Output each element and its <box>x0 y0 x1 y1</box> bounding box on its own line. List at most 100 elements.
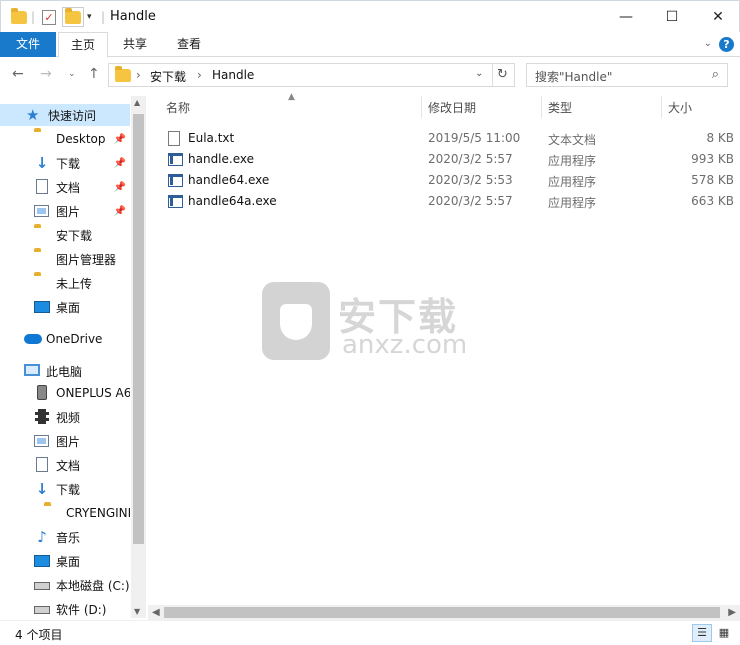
pin-icon: 📌 <box>113 181 126 193</box>
sidebar-item-pictures[interactable]: 图片 📌 <box>0 200 130 222</box>
window-title: Handle <box>110 9 156 24</box>
pin-icon: 📌 <box>113 133 126 145</box>
file-type: 文本文档 <box>548 133 597 147</box>
minimize-button[interactable]: — <box>603 1 649 33</box>
forward-arrow-icon[interactable]: → <box>40 66 52 82</box>
sidebar-item-label: 下载 <box>56 482 81 497</box>
sidebar-item-drive-c[interactable]: 本地磁盘 (C:) <box>0 574 130 596</box>
download-arrow-icon: ↓ <box>35 154 49 172</box>
sidebar-item-label: 快速访问 <box>48 108 97 123</box>
sidebar-item-drive-d[interactable]: 软件 (D:) <box>0 598 130 618</box>
desktop-icon <box>34 555 50 567</box>
file-date: 2020/3/2 5:57 <box>428 194 513 208</box>
file-row[interactable]: handle.exe 2020/3/2 5:57 应用程序 993 KB <box>164 149 740 170</box>
close-button[interactable]: ✕ <box>695 1 740 33</box>
file-size: 578 KB <box>691 173 734 187</box>
new-folder-icon[interactable] <box>62 7 84 27</box>
sidebar-scroll-thumb[interactable] <box>133 114 144 544</box>
recent-locations-icon[interactable]: ⌄ <box>68 69 76 79</box>
search-box[interactable]: 搜索"Handle" ⌕ <box>526 63 728 87</box>
tab-view[interactable]: 查看 <box>164 32 214 57</box>
back-arrow-icon[interactable]: ← <box>12 66 24 82</box>
horizontal-scroll-thumb[interactable] <box>164 607 720 618</box>
desktop-icon <box>34 301 50 313</box>
properties-icon[interactable]: ✓ <box>42 7 56 27</box>
title-bar: | ✓ ▾ | Handle — ☐ ✕ <box>0 0 740 32</box>
breadcrumb-handle[interactable]: Handle <box>212 68 254 82</box>
sidebar-item-quick-access[interactable]: ★ 快速访问 <box>0 104 130 126</box>
sidebar-item-downloads[interactable]: ↓ 下载 📌 <box>0 152 130 174</box>
sidebar-item-picture-manager[interactable]: 图片管理器 <box>0 248 130 270</box>
picture-icon <box>34 435 49 447</box>
sidebar-item-label: 视频 <box>56 410 81 425</box>
column-divider[interactable] <box>661 96 662 118</box>
sidebar-item-onedrive[interactable]: OneDrive <box>0 328 130 350</box>
file-date: 2020/3/2 5:53 <box>428 173 513 187</box>
sidebar-item-videos[interactable]: 视频 <box>0 406 130 428</box>
sidebar-item-label: 软件 (D:) <box>56 602 107 617</box>
sidebar-item-label: 桌面 <box>56 300 81 315</box>
sidebar-item-this-pc[interactable]: 此电脑 <box>0 360 130 382</box>
sidebar-item-pc-desktop[interactable]: 桌面 <box>0 550 130 572</box>
help-icon[interactable]: ? <box>719 37 734 52</box>
file-type: 应用程序 <box>548 154 597 168</box>
column-divider[interactable] <box>541 96 542 118</box>
sidebar-item-pc-documents[interactable]: 文档 <box>0 454 130 476</box>
column-header-name[interactable]: 名称 <box>166 99 190 117</box>
sidebar-item-cryengine[interactable]: CRYENGINE <box>0 502 130 524</box>
horizontal-scrollbar[interactable]: ◀ ▶ <box>148 605 740 620</box>
title-divider: | <box>101 10 106 24</box>
column-divider[interactable] <box>421 96 422 118</box>
sidebar-item-anxiazai[interactable]: 安下载 <box>0 224 130 246</box>
sidebar-item-desktop-cn[interactable]: 桌面 <box>0 296 130 318</box>
tab-share[interactable]: 共享 <box>112 32 158 57</box>
sidebar-item-documents[interactable]: 文档 📌 <box>0 176 130 198</box>
video-icon <box>35 409 49 424</box>
sidebar-item-music[interactable]: ♪ 音乐 <box>0 526 130 548</box>
scroll-down-icon[interactable]: ▼ <box>134 607 140 616</box>
customize-toolbar-icon[interactable]: ▾ <box>87 7 92 27</box>
column-header-size[interactable]: 大小 <box>668 99 692 117</box>
tab-home[interactable]: 主页 <box>58 32 108 58</box>
scroll-up-icon[interactable]: ▲ <box>134 98 140 107</box>
sidebar-item-oneplus[interactable]: ONEPLUS A6 <box>0 382 130 404</box>
search-input[interactable]: 搜索"Handle" <box>535 68 612 85</box>
sidebar-item-pc-pictures[interactable]: 图片 <box>0 430 130 452</box>
sidebar-item-label: 文档 <box>56 458 81 473</box>
up-arrow-icon[interactable]: ↑ <box>88 66 100 82</box>
sidebar-item-not-uploaded[interactable]: 未上传 <box>0 272 130 294</box>
maximize-button[interactable]: ☐ <box>649 1 695 33</box>
address-separator: › <box>197 68 202 82</box>
download-arrow-icon: ↓ <box>35 480 49 498</box>
sidebar-item-label: 本地磁盘 (C:) <box>56 578 130 593</box>
item-count: 4 个项目 <box>15 628 63 642</box>
file-date: 2020/3/2 5:57 <box>428 152 513 166</box>
search-icon[interactable]: ⌕ <box>712 67 719 82</box>
sidebar-scrollbar[interactable]: ▲ ▼ <box>131 96 146 618</box>
address-dropdown-icon[interactable]: ⌄ <box>475 68 483 79</box>
column-header-date[interactable]: 修改日期 <box>428 99 476 117</box>
file-size: 663 KB <box>691 194 734 208</box>
file-row[interactable]: handle64a.exe 2020/3/2 5:57 应用程序 663 KB <box>164 191 740 212</box>
sidebar-item-label: 图片 <box>56 204 81 219</box>
details-view-icon[interactable]: ☰ <box>692 624 712 642</box>
sidebar-item-desktop[interactable]: Desktop 📌 <box>0 128 130 150</box>
sidebar-item-pc-downloads[interactable]: ↓ 下载 <box>0 478 130 500</box>
address-divider <box>492 64 493 86</box>
tab-file[interactable]: 文件 <box>0 32 56 57</box>
sidebar-item-label: 桌面 <box>56 554 81 569</box>
scroll-right-icon[interactable]: ▶ <box>728 605 736 620</box>
column-header-type[interactable]: 类型 <box>548 99 572 117</box>
breadcrumb-anxiazai[interactable]: 安下载 <box>150 68 186 85</box>
file-row[interactable]: handle64.exe 2020/3/2 5:53 应用程序 578 KB <box>164 170 740 191</box>
file-date: 2019/5/5 11:00 <box>428 131 521 145</box>
address-bar[interactable]: › 安下载 › Handle ⌄ ↻ <box>108 63 515 87</box>
file-row[interactable]: Eula.txt 2019/5/5 11:00 文本文档 8 KB <box>164 128 740 149</box>
watermark-en-text: anxz.com <box>342 330 468 360</box>
ribbon-tabs: 文件 主页 共享 查看 ⌄ ? <box>0 32 740 58</box>
large-icons-view-icon[interactable]: ▦ <box>714 624 734 642</box>
ribbon-expand-icon[interactable]: ⌄ <box>704 38 712 49</box>
file-name: handle64a.exe <box>188 194 277 208</box>
refresh-icon[interactable]: ↻ <box>497 67 508 82</box>
scroll-left-icon[interactable]: ◀ <box>152 605 160 620</box>
